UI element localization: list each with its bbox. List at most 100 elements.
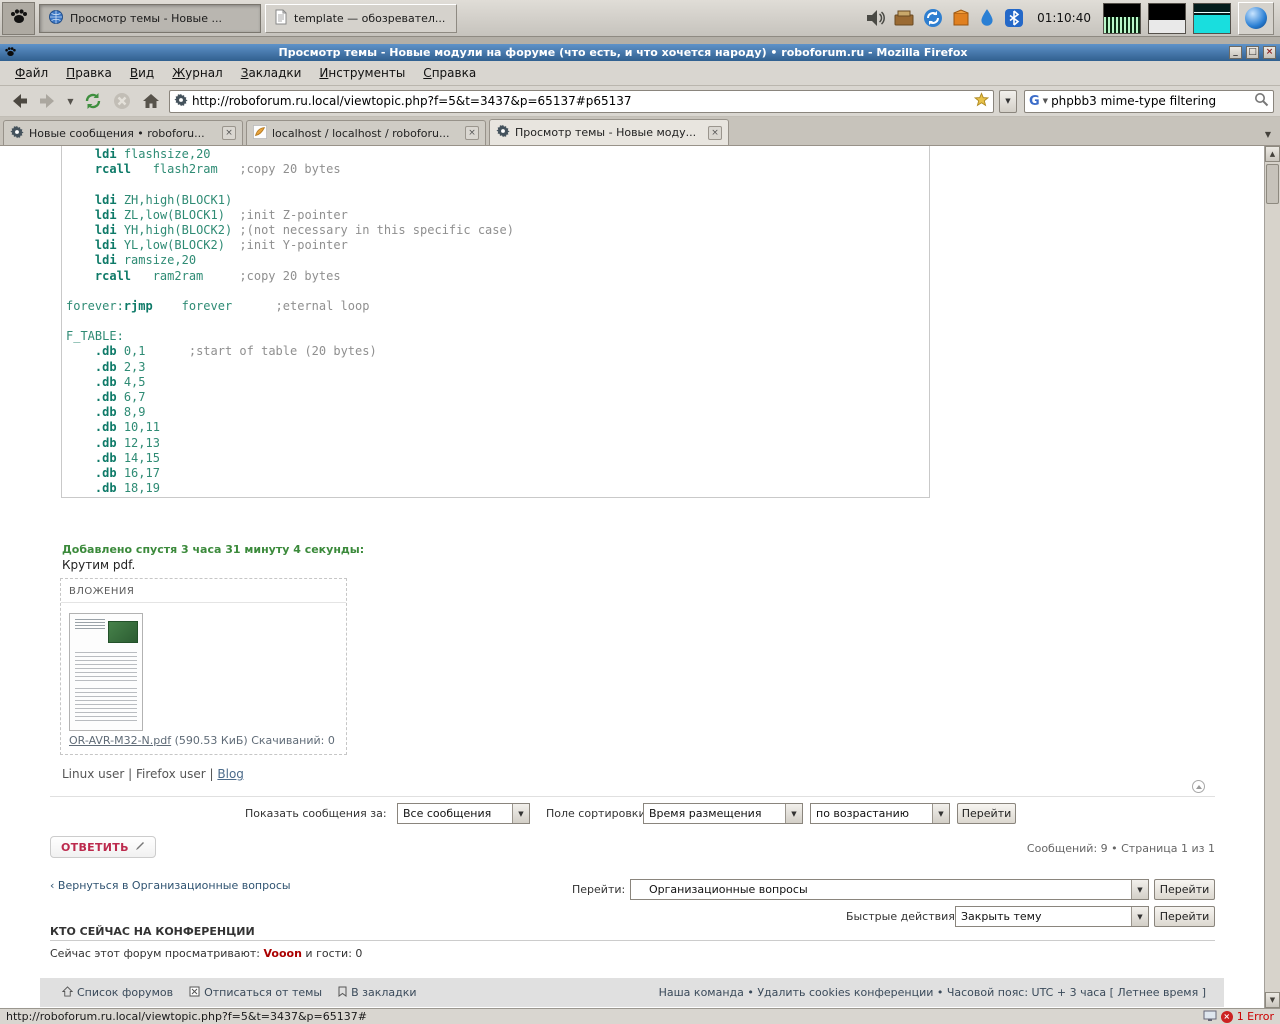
list-all-tabs-chevron-icon[interactable]: ▼ bbox=[1259, 123, 1277, 145]
scroll-up-arrow-icon[interactable]: ▲ bbox=[1265, 146, 1280, 162]
footer-link-label: В закладки bbox=[351, 986, 416, 999]
error-circle-icon[interactable]: × bbox=[1221, 1011, 1233, 1023]
printer-icon[interactable] bbox=[893, 8, 915, 28]
tab-close-icon[interactable]: × bbox=[222, 126, 236, 140]
reply-button[interactable]: ОТВЕТИТЬ bbox=[50, 836, 156, 858]
scrollbar-thumb[interactable] bbox=[1266, 164, 1279, 204]
window-paw-icon[interactable] bbox=[4, 43, 17, 62]
topic-stats: Сообщений: 9 • Страница 1 из 1 bbox=[1027, 842, 1215, 855]
footer-meta-links[interactable]: Наша команда • Удалить cookies конференц… bbox=[659, 986, 1206, 999]
online-user-link[interactable]: Vooon bbox=[264, 947, 302, 960]
bookmark-topic-link[interactable]: В закладки bbox=[338, 986, 416, 1000]
display-go-button[interactable]: Перейти bbox=[957, 803, 1016, 824]
signature-blog-link[interactable]: Blog bbox=[217, 767, 244, 781]
tab-new-posts[interactable]: Новые сообщения • roboforu... × bbox=[3, 120, 243, 145]
tab-close-icon[interactable]: × bbox=[708, 126, 722, 140]
system-tray: 01:10:40 bbox=[864, 2, 1278, 35]
who-online-header: КТО СЕЙЧАС НА КОНФЕРЕНЦИИ bbox=[50, 925, 255, 938]
maximize-button[interactable]: □ bbox=[1246, 46, 1259, 59]
quick-actions-select[interactable]: Закрыть тему▼ bbox=[955, 906, 1149, 927]
bluetooth-icon[interactable] bbox=[1003, 7, 1025, 29]
url-dropdown-button[interactable]: ▼ bbox=[999, 90, 1017, 113]
applet-button[interactable] bbox=[1238, 2, 1274, 35]
menu-edit[interactable]: Правка bbox=[57, 63, 121, 83]
tab-label: localhost / localhost / roboforu... bbox=[272, 127, 460, 140]
sort-field-label: Поле сортировки bbox=[546, 807, 646, 820]
volume-icon[interactable] bbox=[864, 7, 886, 29]
forward-button[interactable] bbox=[35, 88, 61, 114]
code-line: rcall flash2ram ;copy 20 bytes bbox=[66, 162, 921, 177]
show-posts-select[interactable]: Все сообщения▼ bbox=[397, 803, 530, 824]
search-bar[interactable]: G ▼ bbox=[1024, 90, 1274, 113]
reload-button[interactable] bbox=[80, 88, 106, 114]
signature-text: Linux user | Firefox user | bbox=[62, 767, 214, 781]
code-line: ldi YH,high(BLOCK2) ;(not necessary in t… bbox=[66, 223, 921, 238]
google-logo-icon[interactable]: G bbox=[1029, 94, 1040, 109]
history-chevron-icon[interactable]: ▼ bbox=[64, 88, 77, 114]
unsubscribe-icon bbox=[189, 986, 200, 1000]
load-monitor[interactable] bbox=[1148, 3, 1186, 34]
tab-view-topic[interactable]: Просмотр темы - Новые моду... × bbox=[489, 119, 729, 145]
firefox-globe-icon bbox=[48, 9, 64, 28]
tab-phpmyadmin[interactable]: localhost / localhost / roboforu... × bbox=[246, 120, 486, 145]
url-input[interactable] bbox=[192, 94, 970, 108]
sort-direction-select[interactable]: по возрастанию▼ bbox=[810, 803, 950, 824]
code-line: ldi flashsize,20 bbox=[66, 147, 921, 162]
bookmark-star-icon[interactable] bbox=[974, 92, 989, 111]
back-button[interactable] bbox=[6, 88, 32, 114]
cpu-monitor[interactable] bbox=[1193, 3, 1231, 34]
attachment-link[interactable]: OR-AVR-M32-N.pdf bbox=[69, 734, 171, 747]
status-url: http://roboforum.ru.local/viewtopic.php?… bbox=[6, 1010, 367, 1023]
menu-history[interactable]: Журнал bbox=[163, 63, 232, 83]
code-line: ldi ZH,high(BLOCK1) bbox=[66, 193, 921, 208]
taskbar-window-firefox[interactable]: Просмотр темы - Новые ... bbox=[39, 4, 261, 33]
online-suffix: и гости: 0 bbox=[302, 947, 362, 960]
package-icon[interactable] bbox=[951, 8, 971, 28]
jump-go-button[interactable]: Перейти bbox=[1154, 879, 1215, 900]
update-icon[interactable] bbox=[922, 7, 944, 29]
search-engine-chevron-icon[interactable]: ▼ bbox=[1043, 97, 1048, 105]
code-line: .db 4,5 bbox=[66, 375, 921, 390]
code-line: .db 2,3 bbox=[66, 360, 921, 375]
tab-close-icon[interactable]: × bbox=[465, 126, 479, 140]
error-count-label[interactable]: 1 Error bbox=[1237, 1010, 1274, 1023]
scroll-down-arrow-icon[interactable]: ▼ bbox=[1265, 992, 1280, 1008]
sort-field-select[interactable]: Время размещения▼ bbox=[643, 803, 803, 824]
vertical-scrollbar[interactable]: ▲ ▼ bbox=[1264, 146, 1280, 1008]
stop-button[interactable] bbox=[109, 88, 135, 114]
panel-menu-button[interactable] bbox=[2, 2, 35, 35]
search-input[interactable] bbox=[1051, 94, 1251, 108]
menu-view[interactable]: Вид bbox=[121, 63, 163, 83]
select-value: Все сообщения bbox=[398, 807, 512, 820]
back-to-top-icon[interactable] bbox=[1192, 780, 1205, 793]
console-icon[interactable] bbox=[1203, 1007, 1217, 1024]
menu-file[interactable]: Файл bbox=[6, 63, 57, 83]
home-button[interactable] bbox=[138, 88, 164, 114]
jump-to-select[interactable]: Организационные вопросы▼ bbox=[630, 879, 1149, 900]
spectrum-monitor[interactable] bbox=[1103, 3, 1141, 34]
code-line: .db 12,13 bbox=[66, 436, 921, 451]
taskbar-window-filemanager[interactable]: template — обозревател... bbox=[265, 4, 457, 33]
url-bar[interactable] bbox=[169, 90, 994, 113]
who-online-rule bbox=[50, 940, 1215, 941]
return-to-forum-link[interactable]: ‹ Вернуться в Организационные вопросы bbox=[50, 879, 291, 892]
quick-go-button[interactable]: Перейти bbox=[1154, 906, 1215, 927]
menu-tools[interactable]: Инструменты bbox=[310, 63, 414, 83]
menu-bookmarks[interactable]: Закладки bbox=[232, 63, 311, 83]
water-drop-icon[interactable] bbox=[978, 8, 996, 28]
jump-label: Перейти: bbox=[572, 883, 625, 896]
menu-help[interactable]: Справка bbox=[414, 63, 485, 83]
magnifier-icon[interactable] bbox=[1254, 92, 1269, 111]
code-line: .db 16,17 bbox=[66, 466, 921, 481]
select-value: Закрыть тему bbox=[956, 910, 1131, 923]
code-line: .db 10,11 bbox=[66, 420, 921, 435]
clock[interactable]: 01:10:40 bbox=[1032, 11, 1096, 25]
attachment-thumbnail[interactable] bbox=[69, 613, 143, 731]
unsubscribe-link[interactable]: Отписаться от темы bbox=[189, 986, 322, 1000]
attachment-meta: (590.53 КиБ) Скачиваний: 0 bbox=[175, 734, 335, 747]
close-button[interactable]: × bbox=[1263, 46, 1276, 59]
window-titlebar[interactable]: Просмотр темы - Новые модули на форуме (… bbox=[0, 44, 1280, 61]
chevron-down-icon: ▼ bbox=[785, 804, 802, 823]
board-index-link[interactable]: Список форумов bbox=[62, 986, 173, 1000]
minimize-button[interactable]: _ bbox=[1229, 46, 1242, 59]
